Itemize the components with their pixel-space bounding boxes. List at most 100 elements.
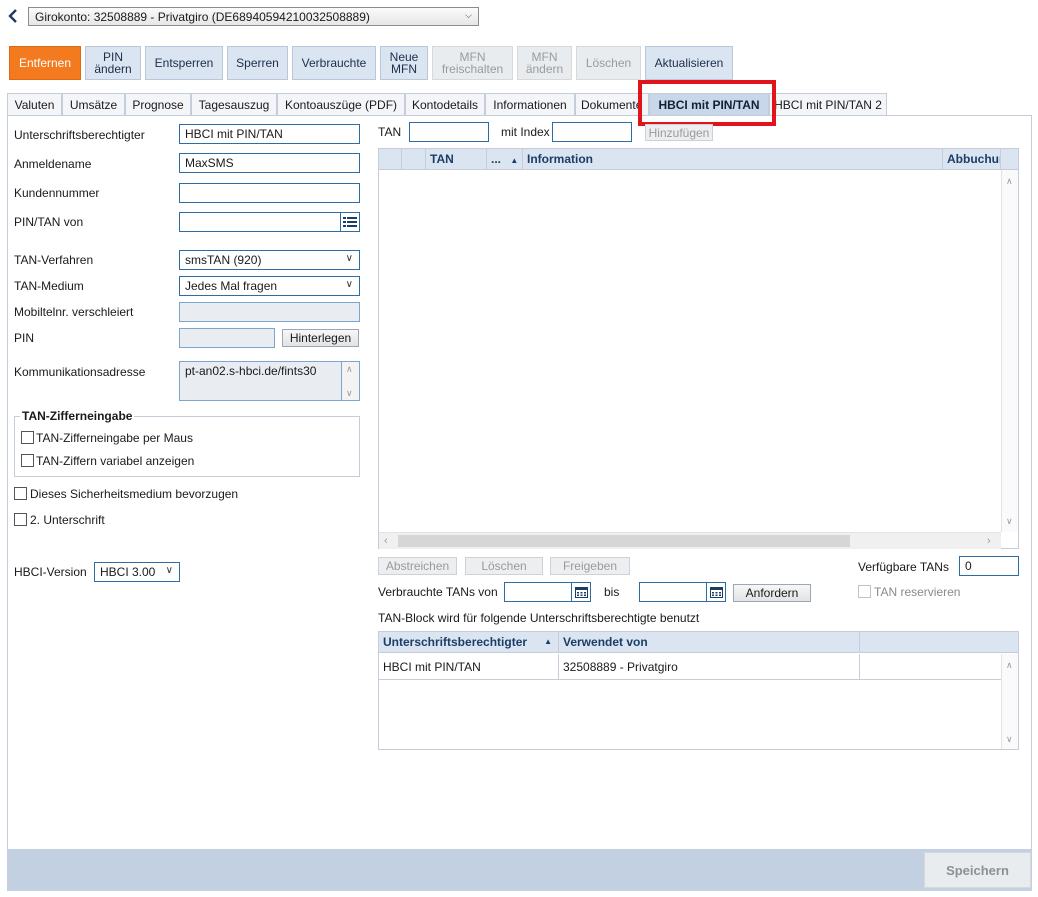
- tan-digit-group-title: TAN-Zifferneingabe: [20, 409, 135, 423]
- tan-digit-variable-checkbox[interactable]: [21, 454, 34, 467]
- tan-digit-mouse-label: TAN-Zifferneingabe per Maus: [36, 431, 193, 445]
- customer-number-field[interactable]: [179, 183, 360, 203]
- pin-label: PIN: [14, 331, 35, 345]
- pin-field[interactable]: [179, 328, 275, 348]
- row-used-by-cell: 32508889 - Privatgiro: [559, 654, 860, 679]
- second-signature-checkbox[interactable]: [14, 513, 27, 526]
- tan-grid-hscroll[interactable]: ‹ ›: [379, 532, 1001, 549]
- scroll-down-icon[interactable]: ∨: [346, 388, 353, 399]
- calendar-from-button[interactable]: [571, 582, 591, 602]
- customer-number-label: Kundennummer: [14, 186, 100, 200]
- unlock-button[interactable]: Entsperren: [145, 46, 223, 80]
- tab-informationen[interactable]: Informationen: [485, 93, 575, 116]
- scroll-right-icon[interactable]: ›: [987, 535, 991, 547]
- tab-umsaetze[interactable]: Umsätze: [62, 93, 125, 116]
- tan-col-index[interactable]: ... ▲: [487, 149, 523, 170]
- add-tan-button[interactable]: Hinzufügen: [645, 124, 713, 141]
- change-pin-button[interactable]: PIN ändern: [85, 46, 141, 80]
- comm-address-field[interactable]: pt-an02.s-hbci.de/fints30: [179, 361, 342, 401]
- new-mfn-button[interactable]: Neue MFN: [380, 46, 428, 80]
- save-button[interactable]: Speichern: [924, 852, 1031, 888]
- tab-kontodetails[interactable]: Kontodetails: [405, 93, 485, 116]
- tan-method-select[interactable]: smsTAN (920) ∨: [179, 250, 360, 270]
- tan-input[interactable]: [409, 122, 489, 142]
- mfn-unlock-button[interactable]: MFN freischalten: [432, 46, 513, 80]
- back-arrow-icon[interactable]: [6, 8, 20, 24]
- used-tans-from-label: Verbrauchte TANs von: [378, 585, 498, 599]
- calendar-icon: [574, 587, 588, 598]
- store-pin-button[interactable]: Hinterlegen: [282, 329, 359, 347]
- sort-asc-icon: ▲: [544, 637, 552, 646]
- login-name-field[interactable]: MaxSMS: [179, 153, 360, 173]
- tab-hbci-pin-tan-2[interactable]: HBCI mit PIN/TAN 2: [769, 93, 887, 116]
- request-button[interactable]: Anfordern: [733, 584, 811, 602]
- sig-col-signatory[interactable]: Unterschriftsberechtigter ▲: [379, 632, 559, 653]
- hscroll-thumb[interactable]: [398, 535, 850, 547]
- refresh-label: Aktualisieren: [654, 56, 724, 70]
- row-signatory-cell: HBCI mit PIN/TAN: [379, 654, 559, 679]
- scroll-up-icon[interactable]: ∧: [346, 364, 353, 375]
- index-label: mit Index: [501, 125, 550, 139]
- account-select-value: Girokonto: 32508889 - Privatgiro (DE6894…: [35, 10, 370, 24]
- login-name-label: Anmeldename: [14, 157, 92, 171]
- chevron-down-icon: ∨: [345, 279, 353, 290]
- comm-address-scrollbar[interactable]: ∧ ∨: [342, 361, 360, 401]
- release-button[interactable]: Freigeben: [550, 557, 630, 575]
- tan-col-tan[interactable]: TAN: [426, 149, 487, 170]
- pintan-from-field[interactable]: [179, 212, 341, 232]
- tab-tagesauszug[interactable]: Tagesauszug: [191, 93, 277, 116]
- tan-col-debit[interactable]: Abbuchung: [943, 149, 1001, 170]
- pintan-from-label: PIN/TAN von: [14, 215, 84, 229]
- available-tans-field[interactable]: 0: [959, 556, 1019, 576]
- lock-label: Sperren: [236, 56, 279, 70]
- tan-medium-value: Jedes Mal fragen: [185, 279, 278, 293]
- scroll-down-icon[interactable]: ∨: [1006, 734, 1013, 745]
- signatory-field[interactable]: HBCI mit PIN/TAN: [179, 124, 360, 144]
- calendar-to-button[interactable]: [706, 582, 726, 602]
- index-input[interactable]: [552, 122, 632, 142]
- signatory-grid: Unterschriftsberechtigter ▲ Verwendet vo…: [378, 631, 1019, 750]
- mfn-change-button[interactable]: MFN ändern: [517, 46, 572, 80]
- tab-kontoauszuege[interactable]: Kontoauszüge (PDF): [277, 93, 405, 116]
- mfn-change-label-2: ändern: [525, 62, 564, 76]
- remove-button[interactable]: Entfernen: [9, 46, 81, 80]
- scroll-left-icon[interactable]: ‹: [384, 535, 388, 547]
- account-select[interactable]: Girokonto: 32508889 - Privatgiro (DE6894…: [28, 7, 479, 26]
- table-row[interactable]: HBCI mit PIN/TAN 32508889 - Privatgiro: [379, 654, 1001, 680]
- scroll-up-icon[interactable]: ∧: [1006, 176, 1013, 187]
- scroll-down-icon[interactable]: ∨: [1006, 516, 1013, 527]
- used-to-date[interactable]: [639, 582, 707, 602]
- prefer-medium-checkbox[interactable]: [14, 487, 27, 500]
- delete-toolbar-label: Löschen: [585, 56, 632, 70]
- tan-medium-label: TAN-Medium: [14, 279, 84, 293]
- signatory-grid-vscroll[interactable]: ∧ ∨: [1001, 654, 1018, 749]
- hbci-version-value: HBCI 3.00: [100, 565, 156, 579]
- used-from-date[interactable]: [504, 582, 572, 602]
- reserve-tan-checkbox[interactable]: [858, 585, 871, 598]
- tan-col-select[interactable]: [379, 149, 402, 170]
- tan-col-information[interactable]: Information: [523, 149, 943, 170]
- delete-tan-button[interactable]: Löschen: [465, 557, 543, 575]
- sig-col-used-by[interactable]: Verwendet von: [559, 632, 860, 653]
- tan-medium-select[interactable]: Jedes Mal fragen ∨: [179, 276, 360, 296]
- scroll-up-icon[interactable]: ∧: [1006, 660, 1013, 671]
- tan-digit-mouse-checkbox[interactable]: [21, 431, 34, 444]
- hbci-version-label: HBCI-Version: [14, 565, 87, 579]
- signatory-label: Unterschriftsberechtigter: [14, 128, 145, 142]
- used-tans-button[interactable]: Verbrauchte: [292, 46, 376, 80]
- tab-prognose[interactable]: Prognose: [125, 93, 191, 116]
- tan-grid-vscroll[interactable]: ∧ ∨: [1001, 170, 1018, 532]
- tab-valuten[interactable]: Valuten: [7, 93, 62, 116]
- refresh-button[interactable]: Aktualisieren: [645, 46, 733, 80]
- tan-grid: TAN ... ▲ Information Abbuchung ∧ ∨ ‹ ›: [378, 148, 1019, 549]
- hbci-version-select[interactable]: HBCI 3.00 ∨: [94, 562, 180, 582]
- delete-toolbar-button[interactable]: Löschen: [576, 46, 641, 80]
- strike-button[interactable]: Abstreichen: [378, 557, 457, 575]
- tan-col-blank[interactable]: [402, 149, 426, 170]
- mobile-hidden-field[interactable]: [179, 302, 360, 322]
- chevron-down-icon: ∨: [165, 565, 173, 576]
- lock-button[interactable]: Sperren: [227, 46, 288, 80]
- list-picker-button[interactable]: [340, 212, 360, 232]
- sig-col-signatory-label: Unterschriftsberechtigter: [383, 635, 528, 649]
- reserve-tan-label: TAN reservieren: [874, 585, 961, 599]
